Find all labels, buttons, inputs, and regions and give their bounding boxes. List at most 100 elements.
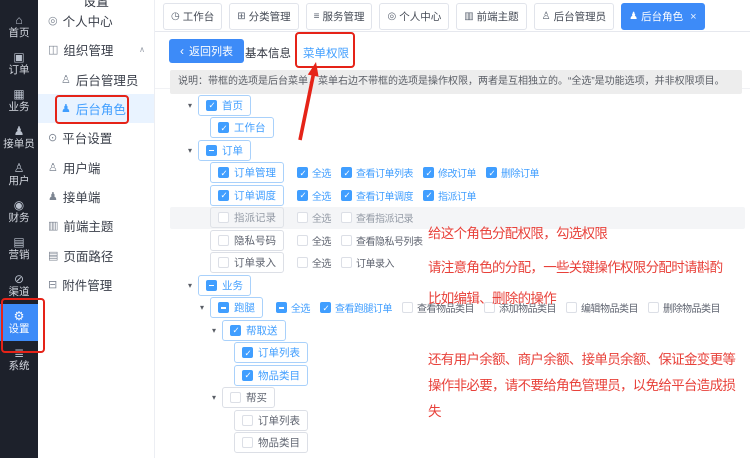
checkbox-checked[interactable] [242,347,253,358]
checkbox-unchecked[interactable] [341,212,352,223]
page-tab-role[interactable]: ♟后台角色× [621,3,704,30]
checkbox-unchecked[interactable] [402,302,413,313]
checkbox-checked[interactable] [341,190,352,201]
back-to-list-button[interactable]: ‹ 返回列表 [169,39,244,63]
checkbox-checked[interactable] [486,167,497,178]
menu-node-unchecked[interactable]: 隐私号码 [210,230,284,251]
tab-close-icon[interactable]: × [690,11,696,23]
nav2-item-courier-client[interactable]: ♟接单端 [38,182,154,211]
checkbox-checked[interactable] [423,167,434,178]
page-tab-theme[interactable]: ▥前端主题 [456,3,526,30]
menu-node-checked[interactable]: 订单列表 [234,342,308,363]
nav1-item-business[interactable]: ▦业务 [0,82,38,119]
checkbox-unchecked[interactable] [566,302,577,313]
permission-option[interactable]: 全选 [297,255,331,270]
checkbox-checked[interactable] [206,100,217,111]
permission-option[interactable]: 查看订单列表 [341,165,413,180]
checkbox-checked[interactable] [341,167,352,178]
nav1-item-system[interactable]: ≣系统 [0,341,38,378]
caret-down-icon[interactable]: ▾ [185,146,195,155]
tab-basic-info[interactable]: 基本信息 [245,45,291,61]
permission-option[interactable]: 查看指派记录 [341,210,413,225]
permission-option[interactable]: 全选 [297,233,331,248]
menu-node-unchecked[interactable]: 订单列表 [234,410,308,431]
permission-option[interactable]: 修改订单 [423,165,476,180]
menu-node-unchecked[interactable]: 指派记录 [210,207,284,228]
nav1-item-finance[interactable]: ◉财务 [0,193,38,230]
permission-option[interactable]: 删除物品类目 [648,300,720,315]
nav2-item-platform[interactable]: ⊙平台设置 [38,123,154,152]
checkbox-checked[interactable] [218,190,229,201]
menu-node-unchecked[interactable]: 帮买 [222,387,275,408]
nav2-item-admin[interactable]: ♙后台管理员 [38,65,154,94]
permission-option[interactable]: 指派订单 [423,188,476,203]
menu-node-checked[interactable]: 首页 [198,95,251,116]
checkbox-checked[interactable] [242,370,253,381]
checkbox-unchecked[interactable] [218,212,229,223]
nav1-item-user[interactable]: ♙用户 [0,156,38,193]
nav1-item-order[interactable]: ▣订单 [0,45,38,82]
checkbox-unchecked[interactable] [297,235,308,246]
checkbox-indeterminate[interactable] [206,145,217,156]
permission-option[interactable]: 删除订单 [486,165,539,180]
menu-node-unchecked[interactable]: 订单录入 [210,252,284,273]
permission-option[interactable]: 全选 [297,188,331,203]
checkbox-unchecked[interactable] [341,257,352,268]
caret-down-icon[interactable]: ▾ [209,393,219,402]
menu-node-unchecked[interactable]: 物品类目 [234,432,308,453]
tab-menu-permissions[interactable]: 菜单权限 [303,45,349,61]
caret-down-icon[interactable]: ▾ [197,303,207,312]
menu-node-checked[interactable]: 帮取送 [222,320,286,341]
checkbox-unchecked[interactable] [242,437,253,448]
page-tab-profile[interactable]: ◎个人中心 [379,3,449,30]
menu-node-indeterminate[interactable]: 订单 [198,140,251,161]
checkbox-unchecked[interactable] [648,302,659,313]
checkbox-checked[interactable] [423,190,434,201]
nav2-item-user-client[interactable]: ♙用户端 [38,152,154,181]
page-tab-service[interactable]: ≡服务管理 [306,3,373,30]
nav2-item-org[interactable]: ◫组织管理∧ [38,35,154,64]
caret-down-icon[interactable]: ▾ [185,281,195,290]
checkbox-unchecked[interactable] [242,415,253,426]
page-tab-dashboard[interactable]: ◷工作台 [163,3,222,30]
nav1-item-channel[interactable]: ⊘渠道 [0,267,38,304]
caret-down-icon[interactable]: ▾ [185,101,195,110]
checkbox-checked[interactable] [320,302,331,313]
checkbox-unchecked[interactable] [341,235,352,246]
permission-option[interactable]: 查看隐私号列表 [341,233,423,248]
checkbox-checked[interactable] [297,167,308,178]
nav2-item-theme[interactable]: ▥前端主题 [38,211,154,240]
checkbox-unchecked[interactable] [297,257,308,268]
checkbox-checked[interactable] [218,167,229,178]
checkbox-indeterminate[interactable] [276,302,287,313]
menu-node-checked[interactable]: 物品类目 [234,365,308,386]
nav1-item-courier[interactable]: ♟接单员 [0,119,38,156]
permission-option[interactable]: 订单录入 [341,255,394,270]
menu-node-checked[interactable]: 工作台 [210,117,274,138]
nav1-item-home[interactable]: ⌂首页 [0,8,38,45]
checkbox-unchecked[interactable] [218,235,229,246]
nav2-item-path[interactable]: ▤页面路径 [38,240,154,269]
nav2-item-role[interactable]: ♟后台角色 [38,94,154,123]
permission-option[interactable]: 查看订单调度 [341,188,413,203]
checkbox-checked[interactable] [230,325,241,336]
page-tab-admin[interactable]: ♙后台管理员 [534,3,614,30]
menu-node-indeterminate[interactable]: 业务 [198,275,251,296]
page-tab-category[interactable]: ⊞分类管理 [229,3,298,30]
menu-node-checked[interactable]: 订单管理 [210,162,284,183]
menu-node-checked[interactable]: 订单调度 [210,185,284,206]
checkbox-checked[interactable] [218,122,229,133]
permission-option[interactable]: 编辑物品类目 [566,300,638,315]
nav1-item-marketing[interactable]: ▤营销 [0,230,38,267]
permission-option[interactable]: 全选 [297,165,331,180]
permission-option[interactable]: 查看跑腿订单 [320,300,392,315]
permission-option[interactable]: 全选 [276,300,310,315]
checkbox-checked[interactable] [297,190,308,201]
checkbox-unchecked[interactable] [218,257,229,268]
checkbox-unchecked[interactable] [297,212,308,223]
checkbox-indeterminate[interactable] [218,302,229,313]
caret-down-icon[interactable]: ▾ [209,326,219,335]
nav1-item-settings[interactable]: ⚙设置 [0,304,38,341]
nav2-item-attachment[interactable]: ⊟附件管理 [38,270,154,299]
menu-node-indeterminate[interactable]: 跑腿 [210,297,263,318]
